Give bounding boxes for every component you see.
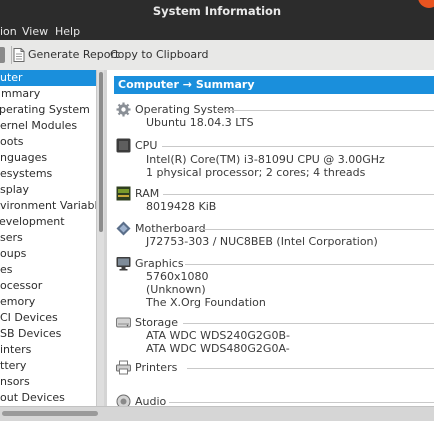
sidebar-item-input-devices[interactable]: out Devices xyxy=(0,390,96,406)
graphics-resolution: 5760x1080 xyxy=(146,270,209,283)
toolbar-icon-partial[interactable] xyxy=(0,47,5,63)
copy-to-clipboard-label: Copy to Clipboard xyxy=(110,48,209,61)
section-printers: Printers xyxy=(107,360,434,380)
window-title: System Information xyxy=(152,4,282,18)
section-audio: Audio xyxy=(107,394,434,406)
sidebar-item-memory[interactable]: emory xyxy=(0,294,96,310)
sidebar-item-display[interactable]: splay xyxy=(0,182,96,198)
sidebar-item-computer[interactable]: uter xyxy=(0,70,96,86)
storage-drive-1: ATA WDC WDS240G2G0B- xyxy=(146,329,290,342)
sidebar-item-battery[interactable]: ttery xyxy=(0,358,96,374)
sidebar-item-development[interactable]: evelopment xyxy=(0,214,96,230)
section-rule xyxy=(163,194,434,195)
sidebar-item-devices[interactable]: es xyxy=(0,262,96,278)
toolbar-separator xyxy=(11,46,12,64)
section-title-graphics: Graphics xyxy=(135,257,187,270)
motherboard-value: J72753-303 / NUC8BEB (Intel Corporation) xyxy=(146,235,378,248)
os-value: Ubuntu 18.04.3 LTS xyxy=(146,116,254,129)
drive-icon xyxy=(116,317,131,328)
sidebar-item-boots[interactable]: oots xyxy=(0,134,96,150)
horizontal-scrollbar[interactable] xyxy=(0,406,434,421)
section-title-cpu: CPU xyxy=(135,139,161,152)
sidebar-item-usb-devices[interactable]: SB Devices xyxy=(0,326,96,342)
sidebar-item-pci-devices[interactable]: CI Devices xyxy=(0,310,96,326)
sidebar-item-environment-variables[interactable]: vironment Variables xyxy=(0,198,96,214)
generate-report-button[interactable]: Generate Report xyxy=(13,40,119,70)
section-rule xyxy=(187,368,434,369)
menu-view[interactable]: View xyxy=(22,25,48,38)
title-bar: System Information xyxy=(0,0,434,23)
horizontal-scrollbar-thumb[interactable] xyxy=(2,411,98,416)
section-title-storage: Storage xyxy=(135,316,182,329)
menu-help[interactable]: Help xyxy=(55,25,80,38)
sidebar-item-operating-system[interactable]: perating System xyxy=(0,102,96,118)
menu-information[interactable]: ion xyxy=(0,25,17,38)
document-icon xyxy=(13,48,25,62)
sidebar-item-languages[interactable]: nguages xyxy=(0,150,96,166)
sidebar: uter mmary perating System ernel Modules… xyxy=(0,70,96,406)
section-title-ram: RAM xyxy=(135,187,163,200)
sidebar-item-users[interactable]: sers xyxy=(0,230,96,246)
sidebar-item-sensors[interactable]: nsors xyxy=(0,374,96,390)
sidebar-item-summary[interactable]: mmary xyxy=(0,86,96,102)
sidebar-scrollbar-thumb[interactable] xyxy=(99,72,103,232)
sidebar-item-groups[interactable]: oups xyxy=(0,246,96,262)
ram-value: 8019428 KiB xyxy=(146,200,217,213)
copy-to-clipboard-button[interactable]: Copy to Clipboard xyxy=(110,40,208,70)
section-ram: RAM 8019428 KiB xyxy=(107,186,434,216)
printer-icon xyxy=(116,360,131,375)
section-title-audio: Audio xyxy=(135,395,170,406)
generate-report-label: Generate Report xyxy=(28,48,120,61)
cpu-topology: 1 physical processor; 2 cores; 4 threads xyxy=(146,166,366,179)
sidebar-item-printers[interactable]: inters xyxy=(0,342,96,358)
cpu-model: Intel(R) Core(TM) i3-8109U CPU @ 3.00GHz xyxy=(146,153,385,166)
summary-header: Computer → Summary xyxy=(114,76,434,94)
graphics-device: (Unknown) xyxy=(146,283,206,296)
section-graphics: Graphics 5760x1080 (Unknown) The X.Org F… xyxy=(107,256,434,314)
monitor-icon xyxy=(116,257,131,271)
section-operating-system: Operating System Ubuntu 18.04.3 LTS xyxy=(107,102,434,132)
section-cpu: CPU Intel(R) Core(TM) i3-8109U CPU @ 3.0… xyxy=(107,138,434,182)
gear-icon xyxy=(116,102,131,117)
section-rule xyxy=(217,110,434,111)
menu-bar: ion View Help xyxy=(0,23,434,40)
storage-drive-2: ATA WDC WDS480G2G0A- xyxy=(146,342,290,355)
memory-icon xyxy=(116,186,131,201)
section-storage: Storage ATA WDC WDS240G2G0B- ATA WDC WDS… xyxy=(107,315,434,359)
section-rule xyxy=(198,229,434,230)
section-title-printers: Printers xyxy=(135,361,181,374)
section-rule xyxy=(183,323,434,324)
speaker-icon xyxy=(116,394,131,406)
section-rule xyxy=(162,146,434,147)
summary-panel: Computer → Summary Operating System Ubun… xyxy=(107,70,434,406)
motherboard-icon xyxy=(116,221,131,236)
section-rule xyxy=(169,402,434,403)
toolbar: Generate Report Copy to Clipboard xyxy=(0,40,434,71)
chip-icon xyxy=(116,138,131,153)
graphics-vendor: The X.Org Foundation xyxy=(146,296,266,309)
sidebar-item-kernel-modules[interactable]: ernel Modules xyxy=(0,118,96,134)
sidebar-item-processor[interactable]: ocessor xyxy=(0,278,96,294)
section-motherboard: Motherboard J72753-303 / NUC8BEB (Intel … xyxy=(107,221,434,251)
sidebar-item-filesystems[interactable]: esystems xyxy=(0,166,96,182)
sidebar-scrollbar[interactable] xyxy=(96,70,104,406)
section-rule xyxy=(185,264,434,265)
